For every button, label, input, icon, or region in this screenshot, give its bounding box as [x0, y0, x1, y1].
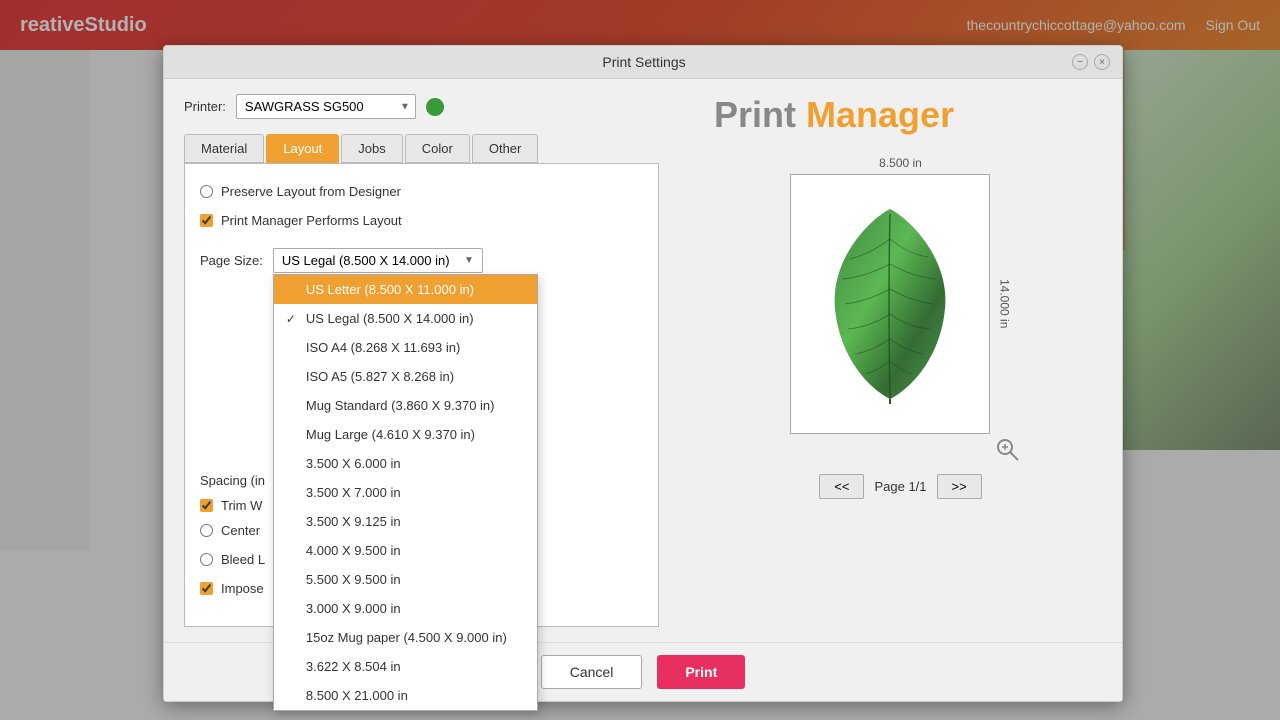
dropdown-label-mug-standard: Mug Standard (3.860 X 9.370 in)	[306, 398, 495, 413]
dropdown-item-8500x21[interactable]: 8.500 X 21.000 in	[274, 681, 537, 710]
manager-word: Manager	[806, 94, 954, 135]
preview-page	[790, 174, 990, 434]
tab-color[interactable]: Color	[405, 134, 470, 163]
bleed-radio[interactable]	[200, 553, 213, 566]
dialog-controls[interactable]: − ×	[1072, 54, 1110, 70]
dropdown-label-8500x21: 8.500 X 21.000 in	[306, 688, 408, 703]
dropdown-label-iso-a5: ISO A5 (5.827 X 8.268 in)	[306, 369, 454, 384]
printer-row: Printer: SAWGRASS SG500 ▼	[184, 94, 659, 119]
dropdown-label-us-legal: US Legal (8.500 X 14.000 in)	[306, 311, 474, 326]
dropdown-item-3500x7[interactable]: 3.500 X 7.000 in	[274, 478, 537, 507]
dropdown-item-3500x9125[interactable]: 3.500 X 9.125 in	[274, 507, 537, 536]
dropdown-label-us-letter: US Letter (8.500 X 11.000 in)	[306, 282, 474, 297]
minimize-button[interactable]: −	[1072, 54, 1088, 70]
dropdown-check-us-legal: ✓	[286, 312, 300, 326]
print-manager-layout-label: Print Manager Performs Layout	[221, 213, 402, 228]
dropdown-item-5500x9500[interactable]: 5.500 X 9.500 in	[274, 565, 537, 594]
tab-content-layout: Preserve Layout from Designer Print Mana…	[184, 163, 659, 627]
print-manager-title: Print Manager	[714, 94, 954, 136]
close-button[interactable]: ×	[1094, 54, 1110, 70]
center-radio[interactable]	[200, 524, 213, 537]
print-manager-layout-row: Print Manager Performs Layout	[200, 213, 643, 228]
page-navigation: << Page 1/1 >>	[819, 474, 981, 499]
trim-label: Trim W	[221, 498, 262, 513]
dropdown-label-4000x9500: 4.000 X 9.500 in	[306, 543, 401, 558]
center-label: Center	[221, 523, 260, 538]
dialog-content: Printer: SAWGRASS SG500 ▼ Material Layou…	[164, 79, 1122, 642]
page-size-select-wrap: US Legal (8.500 X 14.000 in) ▼ US Letter…	[273, 248, 483, 273]
trim-checkbox[interactable]	[200, 499, 213, 512]
preserve-layout-radio[interactable]	[200, 185, 213, 198]
page-size-label: Page Size:	[200, 253, 263, 268]
cancel-button[interactable]: Cancel	[541, 655, 643, 689]
dimension-top: 8.500 in	[790, 156, 1012, 170]
dropdown-item-mug-large[interactable]: Mug Large (4.610 X 9.370 in)	[274, 420, 537, 449]
tab-jobs[interactable]: Jobs	[341, 134, 402, 163]
page-size-value: US Legal (8.500 X 14.000 in)	[282, 253, 450, 268]
dropdown-item-us-letter[interactable]: US Letter (8.500 X 11.000 in)	[274, 275, 537, 304]
page-size-row: Page Size: US Legal (8.500 X 14.000 in) …	[200, 248, 643, 273]
preserve-layout-row: Preserve Layout from Designer	[200, 184, 643, 199]
dropdown-label-3622x8504: 3.622 X 8.504 in	[306, 659, 401, 674]
right-panel: Print Manager 8.500 in	[679, 79, 1122, 642]
dropdown-label-3500x6: 3.500 X 6.000 in	[306, 456, 401, 471]
tabs: Material Layout Jobs Color Other	[184, 134, 659, 163]
page-size-arrow-icon: ▼	[464, 255, 474, 266]
page-indicator: Page 1/1	[874, 479, 926, 494]
print-button[interactable]: Print	[657, 655, 745, 689]
dropdown-item-3622x8504[interactable]: 3.622 X 8.504 in	[274, 652, 537, 681]
zoom-icon[interactable]	[994, 436, 1022, 464]
bleed-label: Bleed L	[221, 552, 265, 567]
dropdown-label-iso-a4: ISO A4 (8.268 X 11.693 in)	[306, 340, 460, 355]
left-panel: Printer: SAWGRASS SG500 ▼ Material Layou…	[164, 79, 679, 642]
dropdown-label-3500x9125: 3.500 X 9.125 in	[306, 514, 401, 529]
dropdown-label-mug-large: Mug Large (4.610 X 9.370 in)	[306, 427, 475, 442]
impose-label: Impose	[221, 581, 264, 596]
page-size-dropdown: US Letter (8.500 X 11.000 in) ✓ US Legal…	[273, 274, 538, 711]
printer-select-wrap: SAWGRASS SG500 ▼	[236, 94, 416, 119]
dropdown-label-5500x9500: 5.500 X 9.500 in	[306, 572, 401, 587]
dimension-right: 14.000 in	[994, 174, 1012, 434]
dropdown-label-15oz-mug: 15oz Mug paper (4.500 X 9.000 in)	[306, 630, 507, 645]
preserve-layout-label: Preserve Layout from Designer	[221, 184, 401, 199]
leaf-preview-svg	[820, 199, 960, 409]
impose-checkbox[interactable]	[200, 582, 213, 595]
dropdown-item-us-legal[interactable]: ✓ US Legal (8.500 X 14.000 in)	[274, 304, 537, 333]
tab-layout[interactable]: Layout	[266, 134, 339, 163]
preview-row: 14.000 in	[790, 174, 1012, 434]
dropdown-item-mug-standard[interactable]: Mug Standard (3.860 X 9.370 in)	[274, 391, 537, 420]
prev-page-button[interactable]: <<	[819, 474, 864, 499]
tab-other[interactable]: Other	[472, 134, 539, 163]
print-settings-dialog: Print Settings − × Printer: SAWGRASS SG5…	[163, 45, 1123, 702]
printer-status-dot	[426, 98, 444, 116]
tab-material[interactable]: Material	[184, 134, 264, 163]
preview-area: 8.500 in	[790, 156, 1012, 434]
printer-label: Printer:	[184, 99, 226, 114]
dropdown-item-iso-a5[interactable]: ISO A5 (5.827 X 8.268 in)	[274, 362, 537, 391]
dropdown-item-4000x9500[interactable]: 4.000 X 9.500 in	[274, 536, 537, 565]
page-size-display[interactable]: US Legal (8.500 X 14.000 in) ▼	[273, 248, 483, 273]
dropdown-item-15oz-mug[interactable]: 15oz Mug paper (4.500 X 9.000 in)	[274, 623, 537, 652]
dialog-titlebar: Print Settings − ×	[164, 46, 1122, 79]
next-page-button[interactable]: >>	[937, 474, 982, 499]
printer-select[interactable]: SAWGRASS SG500	[236, 94, 416, 119]
dialog-title: Print Settings	[216, 54, 1072, 70]
dropdown-label-3500x7: 3.500 X 7.000 in	[306, 485, 401, 500]
dropdown-item-iso-a4[interactable]: ISO A4 (8.268 X 11.693 in)	[274, 333, 537, 362]
print-manager-layout-checkbox[interactable]	[200, 214, 213, 227]
dropdown-label-3000x9000: 3.000 X 9.000 in	[306, 601, 401, 616]
spacing-label: Spacing (in	[200, 473, 265, 488]
dropdown-item-3000x9000[interactable]: 3.000 X 9.000 in	[274, 594, 537, 623]
dropdown-item-3500x6[interactable]: 3.500 X 6.000 in	[274, 449, 537, 478]
print-word: Print	[714, 94, 796, 135]
